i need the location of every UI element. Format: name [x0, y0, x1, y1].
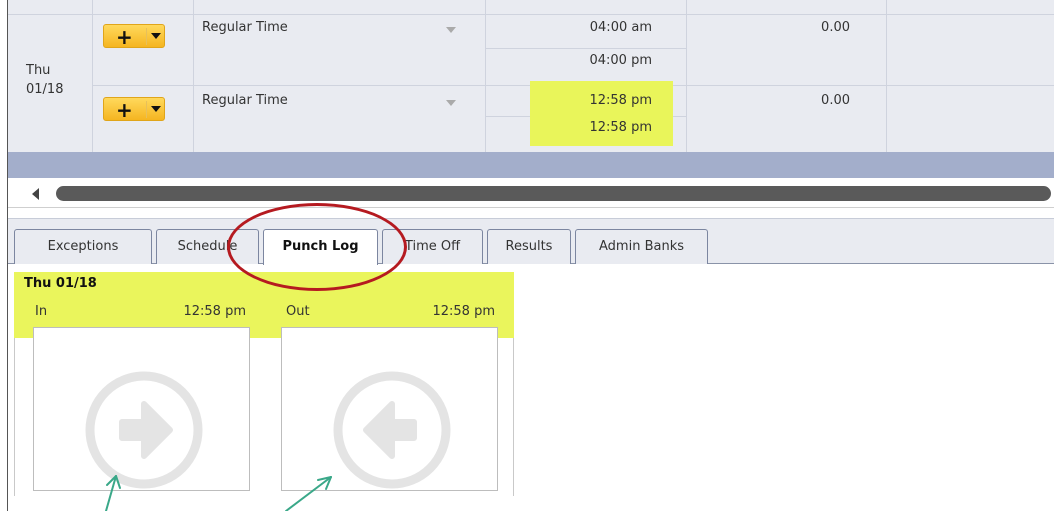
annotation-oval	[227, 203, 407, 291]
annotation-arrows	[105, 475, 332, 511]
